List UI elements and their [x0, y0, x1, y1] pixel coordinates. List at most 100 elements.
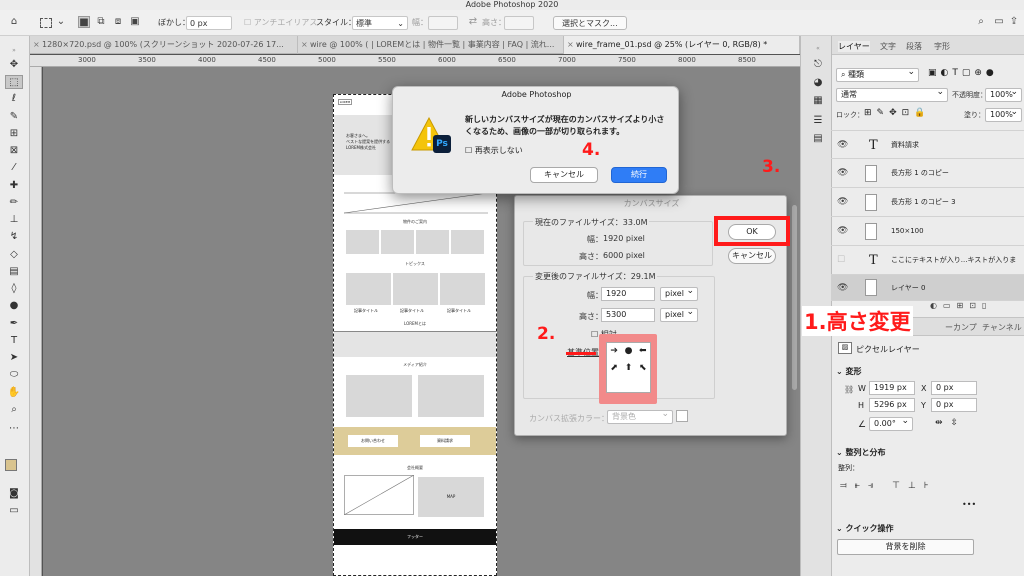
align-section[interactable]: ⌄ 整列と分布 — [836, 447, 886, 458]
remove-background-button[interactable]: 背景を削除 — [837, 539, 974, 555]
style-select[interactable]: 標準 ⌄ — [352, 16, 408, 30]
dodge-tool-icon[interactable]: ● — [5, 299, 23, 313]
canvas-scrollbar[interactable] — [792, 205, 797, 390]
pen-tool-icon[interactable]: ✒ — [5, 317, 23, 331]
width-unit-select[interactable]: pixel — [660, 285, 698, 301]
dont-show-checkbox[interactable]: ☐ 再表示しない — [465, 145, 523, 156]
tab-channels[interactable]: チャンネル — [982, 322, 1022, 333]
healing-brush-icon[interactable]: ✚ — [5, 179, 23, 193]
alert-cancel-button[interactable]: キャンセル — [530, 167, 598, 183]
ok-button[interactable]: OK — [728, 224, 776, 240]
gradient-tool-icon[interactable]: ▤ — [5, 265, 23, 279]
tab-paragraph[interactable]: 段落 — [906, 41, 922, 52]
layer-row[interactable]: 👁 長方形 1 のコピー — [831, 159, 1024, 188]
width-field[interactable]: 1919 px — [869, 381, 915, 395]
anchor-arrow-up-icon[interactable]: ⬆ — [621, 360, 635, 377]
hand-tool-icon[interactable]: ✋ — [5, 386, 23, 400]
frame-tool-icon[interactable]: ⊠ — [5, 144, 23, 158]
type-tool-icon[interactable]: T — [5, 334, 23, 348]
tab-character[interactable]: 文字 — [880, 41, 896, 52]
quick-select-icon[interactable]: ✎ — [5, 110, 23, 124]
swap-icon[interactable]: ⇄ — [467, 16, 479, 28]
color-icon[interactable]: ◕ — [809, 76, 827, 90]
libraries-icon[interactable]: ▤ — [809, 132, 827, 146]
shape-tool-icon[interactable]: ⬭ — [5, 368, 23, 382]
close-icon[interactable]: × — [33, 36, 40, 54]
layer-row[interactable]: 👁 150×100 — [831, 217, 1024, 246]
swatches-icon[interactable]: ▦ — [809, 94, 827, 108]
screen-mode-icon[interactable]: ▭ — [5, 504, 23, 518]
quick-actions-section[interactable]: ⌄ クイック操作 — [836, 523, 894, 534]
angle-field[interactable]: 0.00° — [869, 415, 913, 431]
path-select-icon[interactable]: ➤ — [5, 351, 23, 365]
anchor-empty-cell[interactable] — [621, 377, 635, 392]
tab-glyphs[interactable]: 字形 — [934, 41, 950, 52]
filter-icons[interactable]: ▣◐T▢⊕● — [928, 68, 998, 78]
layer-filter-select[interactable]: ⌕ 種類 — [836, 66, 919, 82]
subtract-selection-icon[interactable]: ⧈ — [112, 16, 124, 28]
layer-row[interactable]: 👁 T 資料請求 — [831, 130, 1024, 159]
tab-document-1[interactable]: × 1280×720.psd @ 100% (スクリーンショット 2020-07-… — [30, 36, 298, 54]
tab-layer-comps[interactable]: ーカンプ — [945, 322, 977, 333]
height-input[interactable] — [504, 16, 534, 30]
marquee-tool-icon[interactable]: ⬚ — [5, 75, 23, 89]
extension-color-swatch[interactable] — [676, 410, 688, 422]
new-height-input[interactable]: 5300 — [601, 308, 655, 322]
close-icon[interactable]: × — [301, 36, 308, 54]
chevron-down-icon[interactable]: ⌄ — [55, 16, 67, 28]
foreground-color-swatch[interactable] — [5, 459, 17, 471]
anchor-arrow-upright-icon[interactable]: ⬈ — [607, 360, 621, 377]
more-tools-icon[interactable]: ⋯ — [5, 422, 23, 436]
anchor-empty-cell[interactable] — [636, 377, 650, 392]
feather-input[interactable]: 0 px — [186, 16, 232, 30]
more-options[interactable]: ••• — [962, 500, 976, 509]
anchor-arrow-left-icon[interactable]: ⬅ — [636, 343, 650, 360]
move-tool-icon[interactable]: ✥ — [5, 58, 23, 72]
layer-row[interactable]: ☐Tここにテキストが入り...キストが入ります。 — [831, 246, 1024, 293]
anchor-empty-cell[interactable] — [607, 377, 621, 392]
share-icon[interactable]: ⇪ — [1008, 16, 1020, 28]
visibility-eye-icon[interactable]: 👁 — [837, 131, 848, 160]
blend-mode-select[interactable]: 通常 — [836, 86, 948, 102]
height-unit-select[interactable]: pixel — [660, 306, 698, 322]
alert-proceed-button[interactable]: 続行 — [611, 167, 667, 183]
layer-row[interactable]: 👁 長方形 1 のコピー 3 — [831, 188, 1024, 217]
eraser-icon[interactable]: ◇ — [5, 248, 23, 262]
history-icon[interactable]: ⎋ — [809, 58, 827, 72]
panel-collapse-icon[interactable]: » — [5, 44, 23, 58]
anchor-arrow-right-icon[interactable]: ➔ — [607, 343, 621, 360]
tab-document-3[interactable]: × wire_frame_01.psd @ 25% (レイヤー 0, RGB/8)… — [564, 36, 800, 54]
fill-input[interactable]: 100% — [985, 106, 1022, 122]
anchor-arrow-upleft-icon[interactable]: ⬉ — [636, 360, 650, 377]
anchor-center-icon[interactable]: ● — [621, 343, 635, 360]
visibility-eye-icon[interactable]: 👁 — [837, 188, 848, 217]
search-icon[interactable]: ⌕ — [975, 16, 987, 28]
tab-document-2[interactable]: × wire @ 100% ( | LOREMとは | 物件一覧 | 事業内容 |… — [298, 36, 564, 54]
visibility-eye-icon[interactable]: ☐ — [837, 246, 845, 275]
crop-tool-icon[interactable]: ⊞ — [5, 127, 23, 141]
visibility-eye-icon[interactable]: 👁 — [837, 217, 848, 246]
visibility-eye-icon[interactable]: 👁 — [837, 275, 848, 301]
new-width-input[interactable]: 1920 — [601, 287, 655, 301]
height-field[interactable]: 5296 px — [869, 398, 915, 412]
align-icons[interactable]: ⫤⫦⫣ ⊤⊥⊦ — [840, 481, 937, 491]
link-icon[interactable]: ⛓ — [844, 385, 854, 394]
marquee-tool-icon[interactable] — [40, 18, 52, 28]
transform-section[interactable]: ⌄ 変形 — [836, 366, 862, 377]
layer-footer-icons[interactable]: ◐▭⊞⊡▯ — [930, 301, 992, 310]
workspace-icon[interactable]: ▭ — [993, 16, 1005, 28]
blur-tool-icon[interactable]: ◊ — [5, 282, 23, 296]
lock-icons[interactable]: ⊞✎✥⊡🔒 — [864, 108, 930, 118]
brush-tool-icon[interactable]: ✏ — [5, 196, 23, 210]
lasso-tool-icon[interactable]: ℓ — [5, 92, 23, 106]
close-icon[interactable]: × — [567, 36, 574, 54]
cancel-button[interactable]: キャンセル — [728, 248, 776, 264]
home-icon[interactable]: ⌂ — [8, 16, 20, 28]
x-field[interactable]: 0 px — [931, 381, 977, 395]
history-brush-icon[interactable]: ↯ — [5, 230, 23, 244]
select-and-mask-button[interactable]: 選択とマスク... — [553, 16, 627, 30]
antialias-checkbox[interactable]: ☐ アンチエイリアス — [244, 16, 317, 30]
visibility-eye-icon[interactable]: 👁 — [837, 159, 848, 188]
eyedropper-icon[interactable]: ⁄ — [5, 161, 23, 175]
clone-stamp-icon[interactable]: ⊥ — [5, 213, 23, 227]
